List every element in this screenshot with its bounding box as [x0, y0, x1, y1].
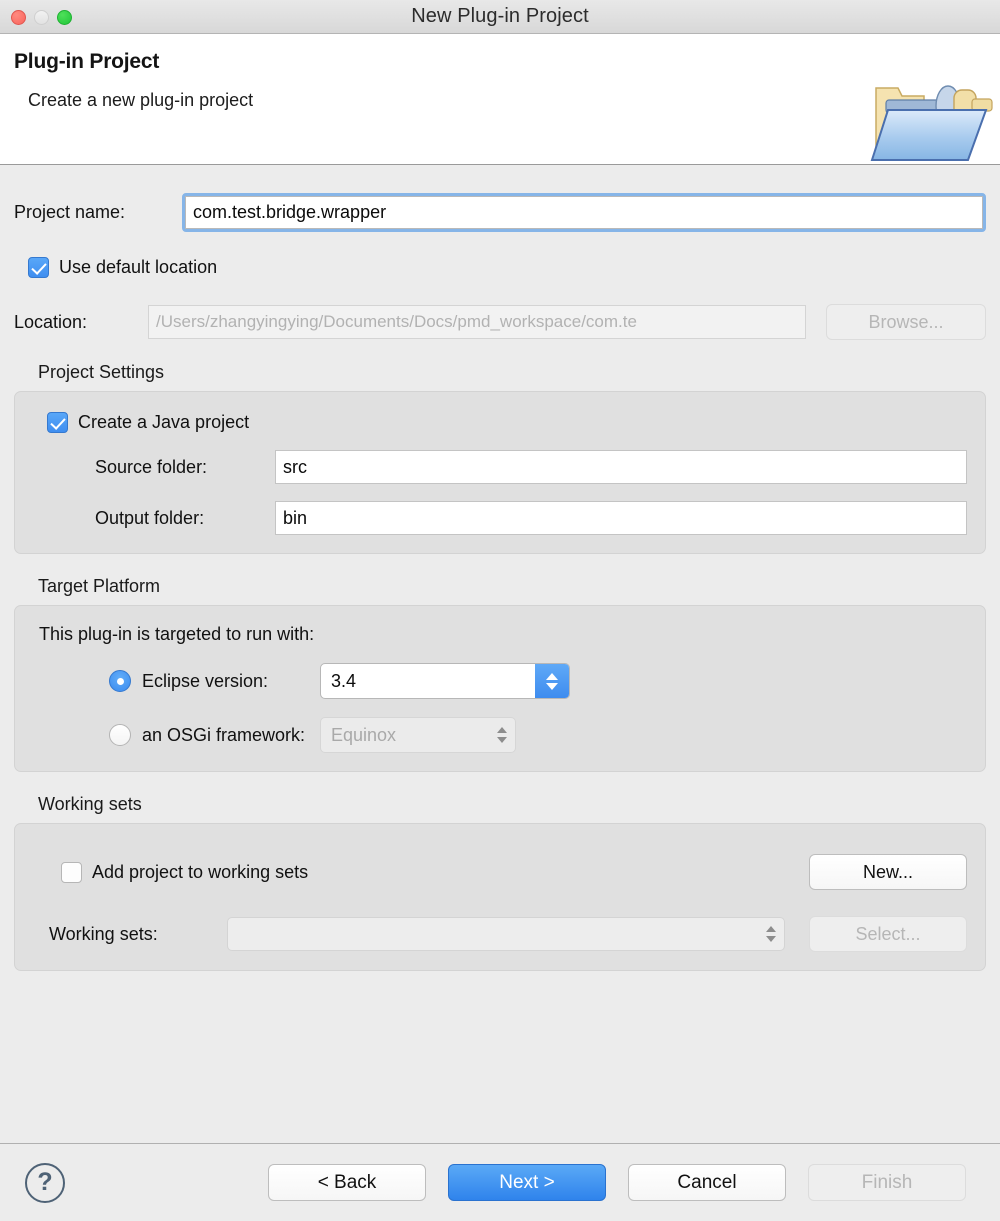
- osgi-framework-radio[interactable]: [109, 724, 131, 746]
- working-sets-panel: Add project to working sets New... Worki…: [14, 823, 986, 971]
- eclipse-version-combo[interactable]: 3.4: [320, 663, 570, 699]
- eclipse-version-row[interactable]: Eclipse version: 3.4: [109, 663, 967, 699]
- close-button-icon[interactable]: [11, 9, 26, 25]
- minimize-button-icon: [34, 9, 49, 25]
- project-settings-group: Project Settings Create a Java project S…: [14, 362, 986, 554]
- footer-buttons: < Back Next > Cancel Finish: [268, 1164, 966, 1201]
- chevron-up-icon: [766, 926, 776, 932]
- dialog-footer: ? < Back Next > Cancel Finish: [0, 1143, 1000, 1221]
- new-plugin-project-dialog: New Plug-in Project Plug-in Project Crea…: [0, 0, 1000, 1221]
- working-sets-title: Working sets: [38, 794, 142, 814]
- new-working-set-button[interactable]: New...: [809, 854, 967, 890]
- add-project-label: Add project to working sets: [92, 861, 309, 882]
- location-input: /Users/zhangyingying/Documents/Docs/pmd_…: [148, 305, 806, 339]
- eclipse-version-stepper-icon[interactable]: [535, 664, 569, 698]
- dialog-body: Project name: Use default location Locat…: [0, 165, 1000, 1143]
- project-settings-title: Project Settings: [38, 362, 165, 382]
- project-name-row: Project name:: [14, 165, 986, 232]
- output-folder-input[interactable]: [275, 501, 967, 535]
- eclipse-version-radio[interactable]: [109, 670, 131, 692]
- plugin-folder-icon: [868, 70, 994, 164]
- add-project-row: Add project to working sets New...: [33, 854, 967, 890]
- next-button[interactable]: Next >: [448, 1164, 606, 1201]
- finish-button: Finish: [808, 1164, 966, 1201]
- maximize-button-icon[interactable]: [57, 9, 72, 25]
- window-title: New Plug-in Project: [411, 5, 589, 27]
- use-default-location-label: Use default location: [59, 257, 218, 277]
- add-project-checkbox[interactable]: [61, 861, 82, 883]
- target-platform-panel: This plug-in is targeted to run with: Ec…: [14, 605, 986, 772]
- page-title: Plug-in Project: [14, 50, 160, 73]
- working-sets-group: Working sets Add project to working sets…: [14, 794, 986, 971]
- wizard-banner: Plug-in Project Create a new plug-in pro…: [0, 34, 1000, 165]
- osgi-framework-value: Equinox: [331, 724, 397, 745]
- use-default-location-checkbox[interactable]: [28, 257, 49, 278]
- chevron-down-icon: [766, 936, 776, 942]
- working-sets-row: Working sets: Select...: [33, 916, 967, 952]
- working-sets-combo: [227, 917, 785, 951]
- target-platform-title: Target Platform: [38, 576, 161, 596]
- create-java-project-checkbox[interactable]: [47, 412, 68, 433]
- window-controls: [11, 0, 72, 34]
- chevron-down-icon: [497, 737, 507, 743]
- source-folder-row: Source folder:: [95, 450, 967, 484]
- osgi-framework-row[interactable]: an OSGi framework: Equinox: [109, 717, 967, 753]
- browse-button: Browse...: [826, 304, 986, 340]
- help-icon[interactable]: ?: [25, 1162, 65, 1203]
- use-default-location-row[interactable]: Use default location: [28, 257, 986, 278]
- output-folder-label: Output folder:: [95, 507, 205, 528]
- osgi-framework-combo: Equinox: [320, 717, 516, 753]
- working-sets-label: Working sets:: [49, 923, 158, 944]
- chevron-down-icon: [546, 682, 558, 690]
- create-java-project-label: Create a Java project: [78, 412, 250, 432]
- working-sets-stepper-icon: [766, 918, 776, 950]
- create-java-project-row[interactable]: Create a Java project: [47, 412, 967, 433]
- chevron-up-icon: [546, 672, 558, 680]
- back-button[interactable]: < Back: [268, 1164, 426, 1201]
- project-settings-panel: Create a Java project Source folder: Out…: [14, 391, 986, 554]
- title-bar: New Plug-in Project: [0, 0, 1000, 34]
- add-project-checkbox-wrap[interactable]: Add project to working sets: [61, 861, 309, 883]
- project-name-input[interactable]: [185, 196, 983, 229]
- cancel-button[interactable]: Cancel: [628, 1164, 786, 1201]
- source-folder-label: Source folder:: [95, 456, 208, 477]
- eclipse-version-label: Eclipse version:: [142, 670, 269, 691]
- chevron-up-icon: [497, 727, 507, 733]
- project-name-focus-ring: [182, 193, 986, 232]
- eclipse-version-value: 3.4: [331, 670, 357, 691]
- select-working-set-button: Select...: [809, 916, 967, 952]
- target-platform-intro: This plug-in is targeted to run with:: [39, 624, 315, 644]
- output-folder-row: Output folder:: [95, 501, 967, 535]
- project-name-label: Project name:: [14, 202, 126, 222]
- target-platform-group: Target Platform This plug-in is targeted…: [14, 576, 986, 772]
- location-row: Location: /Users/zhangyingying/Documents…: [14, 304, 986, 340]
- page-subtitle: Create a new plug-in project: [28, 90, 254, 110]
- osgi-framework-label: an OSGi framework:: [142, 724, 306, 745]
- source-folder-input[interactable]: [275, 450, 967, 484]
- osgi-framework-stepper-icon: [497, 718, 507, 752]
- location-label: Location:: [14, 311, 88, 332]
